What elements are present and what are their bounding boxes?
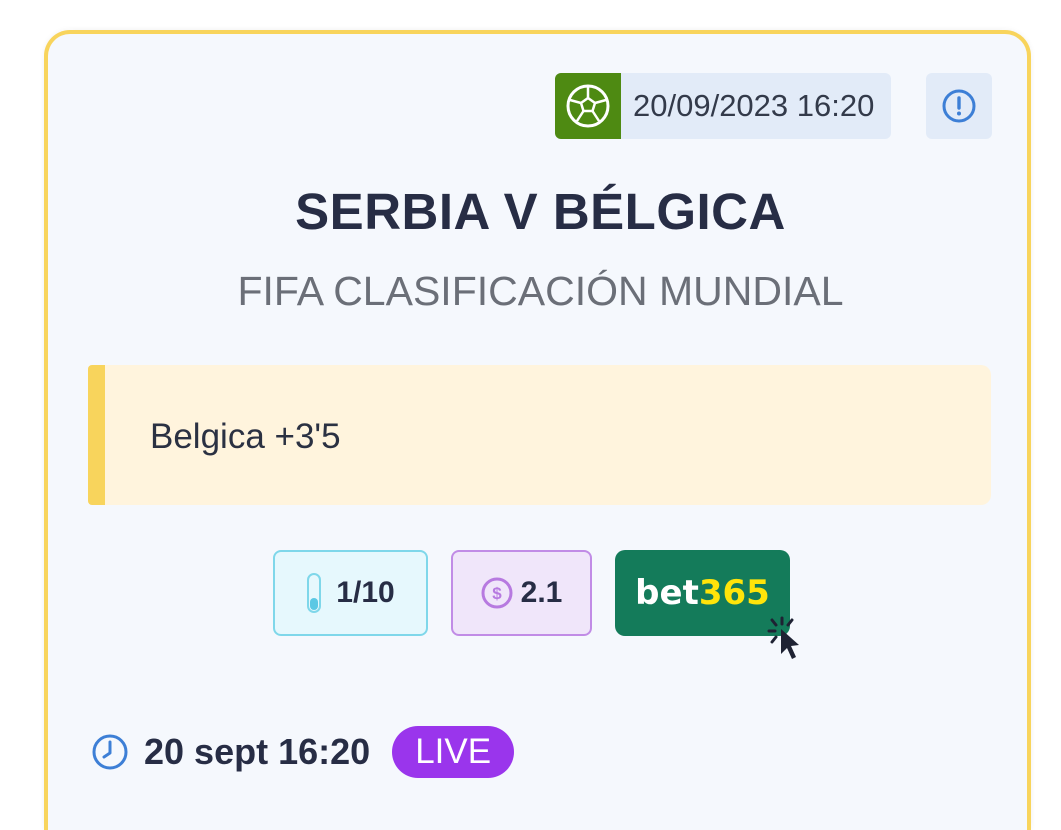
exclamation-circle-icon xyxy=(942,89,976,123)
match-title: SERBIA V BÉLGICA xyxy=(295,183,786,240)
clock-icon xyxy=(92,734,128,770)
pick-box: Belgica +3'5 xyxy=(88,365,991,505)
bookmaker-name-part1: bet xyxy=(635,573,699,613)
match-datetime: 20/09/2023 16:20 xyxy=(633,88,875,123)
thermometer-icon xyxy=(307,573,322,613)
dollar-coin-icon: $ xyxy=(481,577,513,609)
odds-value: 2.1 xyxy=(520,576,563,609)
competition-name: FIFA CLASIFICACIÓN MUNDIAL xyxy=(237,268,844,314)
kickoff-row: 20 sept 16:20 LIVE xyxy=(90,726,515,778)
stake-value: 1/10 xyxy=(336,576,395,609)
kickoff-time: 20 sept 16:20 xyxy=(144,731,371,772)
info-button[interactable] xyxy=(926,73,992,139)
svg-text:$: $ xyxy=(492,584,502,603)
click-cursor-icon xyxy=(767,616,799,659)
live-badge[interactable]: LIVE xyxy=(392,726,515,778)
pick-text: Belgica +3'5 xyxy=(150,417,341,456)
bet365-button[interactable]: bet 365 xyxy=(615,550,790,636)
bookmaker-name-part2: 365 xyxy=(698,573,770,613)
soccer-ball-icon xyxy=(555,73,621,139)
odds-badge: $ 2.1 xyxy=(451,550,592,636)
stake-badge: 1/10 xyxy=(273,550,428,636)
date-chip: 20/09/2023 16:20 xyxy=(555,73,891,139)
